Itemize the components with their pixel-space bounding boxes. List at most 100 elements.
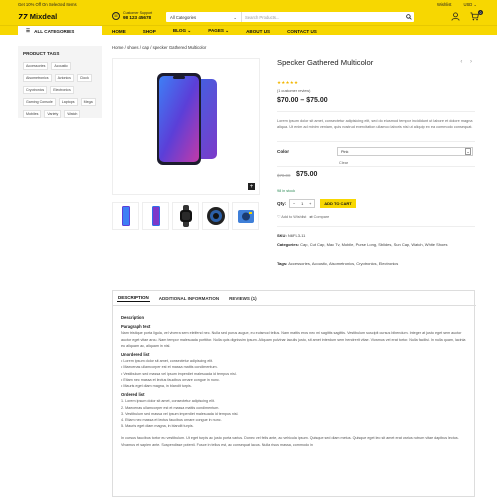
thumbnail[interactable] <box>202 202 229 230</box>
tag-link[interactable]: Gaming Console <box>23 98 56 106</box>
product-summary: Specker Gathered Multicolor ‹ › <box>277 58 475 67</box>
divider <box>277 141 475 142</box>
cart-count-badge: 0 <box>478 10 483 15</box>
product-actions: ♡ Add to Wishlist ⇄ Compare <box>277 214 329 219</box>
list-item-text: Vestibulum sed massa vel ipsum imperdiet… <box>123 371 237 376</box>
tag-link[interactable]: Electronics <box>50 86 74 94</box>
breadcrumb[interactable]: Home / shoes / cap / specker Gathered Mu… <box>112 45 206 50</box>
add-to-wishlist-link[interactable]: ♡ Add to Wishlist <box>277 214 306 219</box>
review-link[interactable]: (1 customer review) <box>277 89 310 93</box>
tag-link[interactable]: Laptops <box>58 98 78 106</box>
all-categories-label: ALL CATEGORIES <box>34 28 75 34</box>
list-item-text: Etiam nec massa et lectus faucibus ornar… <box>123 377 220 382</box>
qty-plus-button[interactable]: + <box>306 201 314 206</box>
main-nav: ☰ ALL CATEGORIES HOME SHOP BLOG ⌄ PAGES … <box>0 25 497 36</box>
chevron-down-icon: ⌄ <box>465 148 471 155</box>
tab-description[interactable]: DESCRIPTION <box>117 295 150 302</box>
account-button[interactable] <box>451 12 460 23</box>
product-tabs: DESCRIPTION ADDITIONAL INFORMATION REVIE… <box>112 290 476 497</box>
nav-item-blog[interactable]: BLOG ⌄ <box>173 28 191 34</box>
list-item-text: Mauris eget diam magna, in blandit turpi… <box>123 384 192 389</box>
site-logo[interactable]: 77 Mixdeal <box>18 12 57 21</box>
tag-link[interactable]: Accessories <box>23 62 49 70</box>
currency-select[interactable]: USD ⌄ <box>463 2 477 7</box>
thumbnail[interactable] <box>172 202 199 230</box>
menu-icon: ☰ <box>26 28 31 33</box>
tag-link[interactable]: Aisometronics <box>23 74 52 82</box>
compare-link[interactable]: ⇄ Compare <box>309 214 329 219</box>
quantity-stepper: − 1 + <box>289 199 316 208</box>
top-bar: Get 10% Off On Selected Items Wishlist U… <box>0 0 497 8</box>
speaker-thumb-image <box>206 207 225 225</box>
camera-thumb-image <box>237 210 254 223</box>
content-heading: Description <box>121 315 145 320</box>
list-item-text: Maecenas ullamcorper est et massa mattis… <box>123 365 218 370</box>
thumbnail[interactable] <box>232 202 259 230</box>
logo-mark: 77 <box>18 12 28 21</box>
nav-item-about[interactable]: ABOUT US <box>246 29 270 34</box>
cart-button[interactable]: 0 <box>470 10 483 23</box>
tag-link[interactable]: Variety <box>44 110 62 118</box>
divider <box>277 111 475 112</box>
tag-link[interactable]: Cryotronics <box>23 86 48 94</box>
nav-item-home[interactable]: HOME <box>112 29 126 34</box>
wishlist-link[interactable]: Wishlist <box>437 2 451 7</box>
old-price: $78.00 <box>277 173 291 178</box>
short-description: Lorem ipsum dolor sit amet, consectetur … <box>277 119 473 129</box>
categories-label: Categories: <box>277 242 300 247</box>
rating-stars: ★★★★★ <box>277 80 299 85</box>
add-to-cart-row: Qty: − 1 + ADD TO CART <box>277 199 356 208</box>
qty-minus-button[interactable]: − <box>290 201 298 206</box>
site-header: 77 Mixdeal ☏ Customer Support 98 123 456… <box>0 8 497 25</box>
phone-thumb-image <box>121 206 130 226</box>
tag-link[interactable]: Watch <box>64 110 81 118</box>
tags-row: Tags: Accessories, Acoustic, Aisometroni… <box>277 261 475 267</box>
search-button[interactable] <box>404 12 414 22</box>
tag-link[interactable]: Mobiles <box>23 110 42 118</box>
all-categories-button[interactable]: ☰ ALL CATEGORIES <box>18 26 102 36</box>
user-icon <box>451 12 460 21</box>
nav-item-contact[interactable]: CONTACT US <box>287 29 317 34</box>
qty-input[interactable]: 1 <box>298 201 306 206</box>
sale-price: $75.00 <box>296 171 318 178</box>
zoom-icon[interactable]: + <box>248 183 255 190</box>
nav-item-shop[interactable]: SHOP <box>143 29 156 34</box>
thumbnail-strip <box>112 202 260 230</box>
tag-cloud: Accessories Acoustic Aisometronics Avion… <box>23 62 97 118</box>
search-input[interactable]: Search Products... <box>242 15 404 20</box>
search-category-select[interactable]: All Categories ⌄ <box>166 12 242 22</box>
list-item-text: Lorem ipsum dolor sit amet, consectetur … <box>123 359 214 364</box>
nav-item-pages[interactable]: PAGES ⌄ <box>208 28 229 34</box>
tags-links[interactable]: Accessories, Acoustic, Aisometronics, Cr… <box>288 261 398 266</box>
list-item: • Mauris eget diam magna, in blandit tur… <box>121 384 192 389</box>
thumbnail[interactable] <box>142 202 169 230</box>
list-item: 5. Mauris eget diam magna, in blandit tu… <box>121 424 194 429</box>
unordered-list: • Lorem ipsum dolor sit amet, consectetu… <box>121 358 469 389</box>
categories-row: Categories: Cap, Cut Cap, Mac Tv, Mobile… <box>277 242 475 248</box>
tag-link[interactable]: Clock <box>76 74 92 82</box>
widget-title: PRODUCT TAGS <box>23 51 60 56</box>
search-bar: All Categories ⌄ Search Products... <box>166 12 414 22</box>
phone-image: PRO <box>157 73 217 165</box>
sku-label: SKU: <box>277 233 287 238</box>
tab-reviews[interactable]: REVIEWS (1) <box>228 296 258 301</box>
divider <box>277 226 475 227</box>
search-category-value: All Categories <box>170 14 197 20</box>
tag-link[interactable]: Acoustic <box>51 62 71 70</box>
tag-link[interactable]: Avionics <box>54 74 74 82</box>
clear-link[interactable]: Clear <box>339 161 348 165</box>
product-main-image[interactable]: PRO + <box>112 58 260 195</box>
promo-text: Get 10% Off On Selected Items <box>18 1 77 7</box>
thumbnail[interactable] <box>112 202 139 230</box>
color-select[interactable]: Pink ⌄ <box>337 147 473 156</box>
closing-paragraph: In cursus faucibus tortor eu vestibulum.… <box>121 436 459 447</box>
tags-label: Tags: <box>277 261 288 266</box>
add-to-cart-button[interactable]: ADD TO CART <box>320 199 356 208</box>
product-nav-arrows[interactable]: ‹ › <box>460 59 475 65</box>
tab-additional-information[interactable]: ADDITIONAL INFORMATION <box>158 296 220 301</box>
color-select-value: Pink <box>341 149 349 154</box>
categories-links[interactable]: Cap, Cut Cap, Mac Tv, Mobile, Purse Long… <box>300 242 447 247</box>
tag-link[interactable]: Mega <box>80 98 96 106</box>
stock-status: 98 in stock <box>277 189 296 193</box>
customer-support: ☏ Customer Support 98 123 45678 <box>112 11 152 20</box>
